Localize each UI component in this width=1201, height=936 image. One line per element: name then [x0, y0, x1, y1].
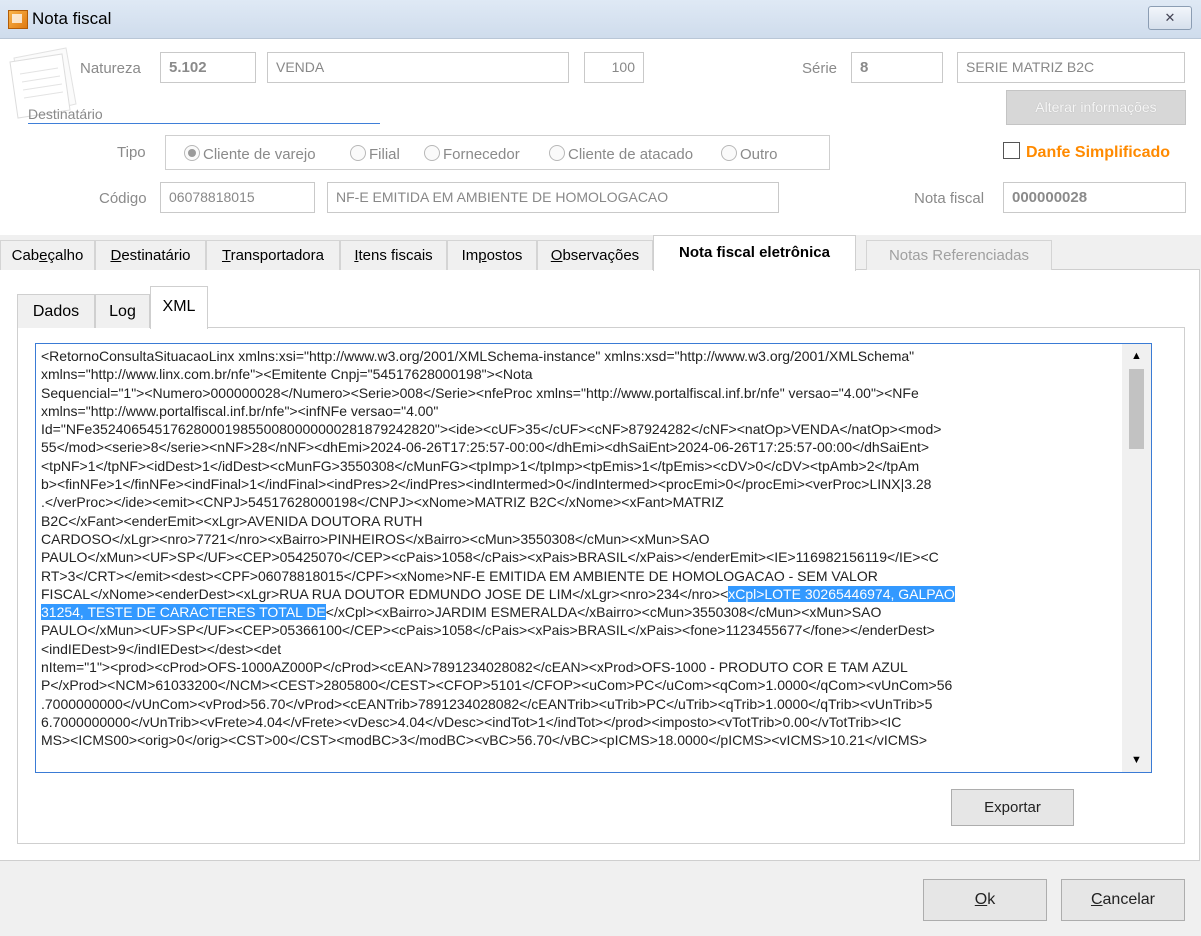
- tab-transportadora[interactable]: Transportadora: [206, 240, 340, 270]
- xml-line: 55</mod><serie>8</serie><nNF>28</nNF><dh…: [41, 439, 930, 456]
- natureza-code-field[interactable]: 5.102: [160, 52, 256, 83]
- xml-line: [41, 750, 1123, 768]
- checkbox-icon: [1003, 142, 1020, 159]
- tab-impostos[interactable]: Impostos: [447, 240, 537, 270]
- scroll-down-icon[interactable]: ▼: [1122, 750, 1151, 770]
- xml-line: <indIEDest>9</indIEDest></dest><det: [41, 640, 282, 657]
- main-tabs: Cabeçalho Destinatário Transportadora It…: [0, 235, 1201, 271]
- danfe-simplificado-checkbox[interactable]: Danfe Simplificado: [1003, 142, 1170, 162]
- tipo-radio-group: Cliente de varejo Filial Fornecedor Clie…: [165, 135, 830, 170]
- natureza-label: Natureza: [80, 60, 141, 77]
- xml-line: P</xProd><NCM>61033200</NCM><CEST>280580…: [41, 677, 953, 694]
- close-button[interactable]: ✕: [1148, 6, 1192, 30]
- xml-line: CARDOSO</xLgr><nro>7721</nro><xBairro>PI…: [41, 530, 710, 547]
- tab-notas-referenciadas[interactable]: Notas Referenciadas: [866, 240, 1052, 270]
- xml-line: MS><ICMS00><orig>0</orig><CST>00</CST><m…: [41, 732, 927, 749]
- xml-line: PAULO</xMun><UF>SP</UF><CEP>05366100</CE…: [41, 622, 935, 639]
- natureza-number-field[interactable]: 100: [584, 52, 644, 83]
- destinatario-divider: [28, 123, 380, 124]
- xml-line: nItem="1"><prod><cProd>OFS-1000AZ000P</c…: [41, 659, 908, 676]
- radio-fornecedor[interactable]: Fornecedor: [424, 145, 520, 163]
- window-title: Nota fiscal: [32, 9, 112, 28]
- xml-line: Id="NFe352406545176280001985500800000002…: [41, 421, 942, 438]
- alterar-informacoes-button[interactable]: Alterar informações: [1006, 90, 1186, 125]
- xml-line: PAULO</xMun><UF>SP</UF><CEP>05425070</CE…: [41, 549, 939, 566]
- natureza-desc-field[interactable]: VENDA: [267, 52, 569, 83]
- xml-line: <tpNF>1</tpNF><idDest>1</idDest><cMunFG>…: [41, 457, 920, 474]
- export-button[interactable]: Exportar: [951, 789, 1074, 826]
- xml-selection: 31254, TESTE DE CARACTERES TOTAL DE: [41, 604, 326, 621]
- xml-selection: xCpl>LOTE 30265446974, GALPAO: [728, 585, 955, 602]
- radio-unselected-icon: [549, 145, 565, 161]
- nota-fiscal-label: Nota fiscal: [914, 190, 985, 207]
- xml-line-selected-start: FISCAL</xNome><enderDest><xLgr>RUA RUA D…: [41, 585, 955, 602]
- destinatario-section-label: Destinatário: [28, 106, 103, 122]
- xml-line: xmlns="http://www.portalfiscal.inf.br/nf…: [41, 402, 439, 419]
- nota-fiscal-field[interactable]: 000000028: [1003, 182, 1186, 213]
- xml-line: B2C</xFant><enderEmit><xLgr>AVENIDA DOUT…: [41, 512, 423, 529]
- scroll-up-icon[interactable]: ▲: [1122, 346, 1151, 366]
- scroll-thumb[interactable]: [1129, 369, 1144, 449]
- radio-unselected-icon: [350, 145, 366, 161]
- xml-line: .</verProc></ide><emit><CNPJ>54517628000…: [41, 494, 724, 511]
- vertical-scrollbar[interactable]: ▲ ▼: [1122, 344, 1151, 772]
- serie-code-field[interactable]: 8: [851, 52, 943, 83]
- radio-selected-icon: [184, 145, 200, 161]
- radio-unselected-icon: [424, 145, 440, 161]
- radio-filial[interactable]: Filial: [350, 145, 400, 163]
- xml-line-selected-end: 31254, TESTE DE CARACTERES TOTAL DE</xCp…: [41, 604, 882, 621]
- tab-cabecalho[interactable]: Cabeçalho: [0, 240, 95, 270]
- xml-line: xmlns="http://www.linx.com.br/nfe"><Emit…: [41, 366, 533, 383]
- cancel-button[interactable]: Cancelar: [1061, 879, 1185, 921]
- subtab-xml[interactable]: XML: [150, 286, 208, 329]
- codigo-field[interactable]: 06078818015: [160, 182, 315, 213]
- xml-line: 6.7000000000</vUnTrib><vFrete>4.04</vFre…: [41, 713, 902, 730]
- radio-cliente-atacado[interactable]: Cliente de atacado: [549, 145, 693, 163]
- radio-cliente-varejo[interactable]: Cliente de varejo: [184, 145, 316, 163]
- xml-line: RT>3</CRT></emit><dest><CPF>06078818015<…: [41, 567, 878, 584]
- radio-unselected-icon: [721, 145, 737, 161]
- xml-line: .7000000000</vUnCom><vProd>56.70</vProd>…: [41, 695, 933, 712]
- tab-nota-fiscal-eletronica[interactable]: Nota fiscal eletrônica: [653, 235, 856, 271]
- app-icon: [8, 10, 28, 29]
- tab-observacoes[interactable]: Observações: [537, 240, 653, 270]
- ok-button[interactable]: Ok: [923, 879, 1047, 921]
- xml-content: <RetornoConsultaSituacaoLinx xmlns:xsi="…: [41, 347, 1123, 768]
- xml-line: b><finNFe>1</finNFe><indFinal>1</indFina…: [41, 476, 932, 493]
- serie-label: Série: [802, 60, 838, 77]
- xml-line: Sequencial="1"><Numero>000000028</Numero…: [41, 384, 919, 401]
- serie-desc-field[interactable]: SERIE MATRIZ B2C: [957, 52, 1185, 83]
- title-bar: Nota fiscal ✕: [0, 0, 1201, 39]
- xml-textarea[interactable]: <RetornoConsultaSituacaoLinx xmlns:xsi="…: [35, 343, 1152, 773]
- subtab-dados[interactable]: Dados: [17, 294, 95, 328]
- destinatario-name-field[interactable]: NF-E EMITIDA EM AMBIENTE DE HOMOLOGACAO: [327, 182, 779, 213]
- xml-line: <RetornoConsultaSituacaoLinx xmlns:xsi="…: [41, 348, 915, 364]
- tab-itens-fiscais[interactable]: Itens fiscais: [340, 240, 447, 270]
- subtab-log[interactable]: Log: [95, 294, 150, 328]
- codigo-label: Código: [99, 190, 147, 207]
- radio-outro[interactable]: Outro: [721, 145, 778, 163]
- tipo-label: Tipo: [117, 144, 146, 161]
- tab-destinatario[interactable]: Destinatário: [95, 240, 206, 270]
